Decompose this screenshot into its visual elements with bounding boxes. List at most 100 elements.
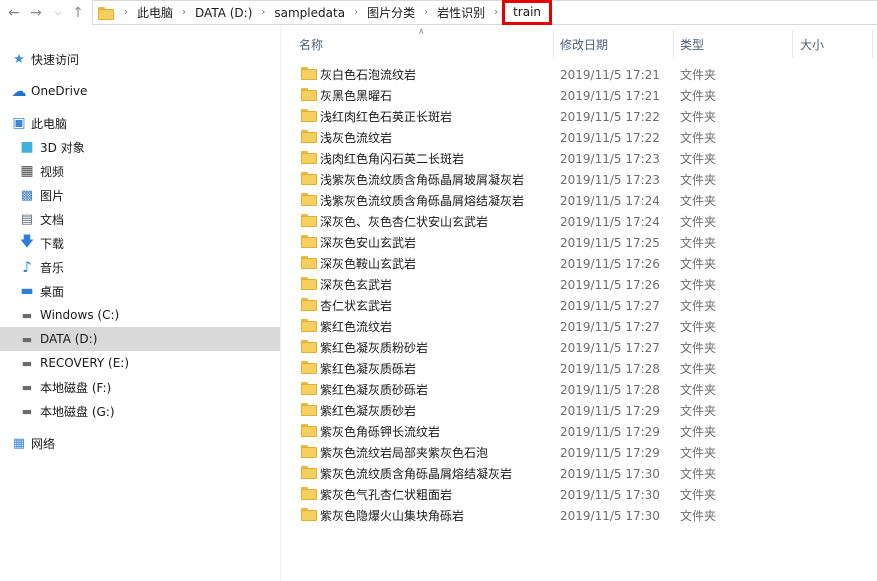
column-header-date-label: 修改日期 <box>560 37 609 52</box>
sidebar-item[interactable]: ▬ DATA (D:) <box>0 327 280 351</box>
sidebar-item[interactable]: ▬ RECOVERY (E:) <box>0 351 280 375</box>
file-row[interactable]: 浅红肉红色石英正长斑岩 2019/11/5 17:22 文件夹 <box>296 106 877 127</box>
file-name: 杏仁状玄武岩 <box>320 299 393 313</box>
file-row[interactable]: 紫红色流纹岩 2019/11/5 17:27 文件夹 <box>296 316 877 337</box>
breadcrumb-separator[interactable]: › <box>486 7 502 18</box>
breadcrumb-image-classification[interactable]: 图片分类 <box>366 4 416 21</box>
file-row[interactable]: 紫灰色气孔杏仁状粗面岩 2019/11/5 17:30 文件夹 <box>296 484 877 505</box>
file-date: 2019/11/5 17:27 <box>560 340 660 355</box>
file-name: 紫红色凝灰质砂砾岩 <box>320 383 429 397</box>
breadcrumb-sampledata[interactable]: sampledata <box>273 6 346 20</box>
file-date: 2019/11/5 17:25 <box>560 235 660 250</box>
column-header-type[interactable]: 类型 <box>680 30 792 58</box>
forward-button[interactable]: → <box>26 3 46 23</box>
file-row[interactable]: 浅肉红色角闪石英二长斑岩 2019/11/5 17:23 文件夹 <box>296 148 877 169</box>
column-header-date[interactable]: 修改日期 <box>560 30 673 58</box>
computer-icon: ▣ <box>12 115 26 131</box>
sidebar-item-label: 3D 对象 <box>40 140 85 155</box>
file-date: 2019/11/5 17:26 <box>560 277 660 292</box>
sidebar-item[interactable]: ▦ 视频 <box>0 159 280 183</box>
folder-icon <box>301 361 317 375</box>
folder-icon <box>301 214 317 228</box>
column-separator[interactable] <box>673 30 674 58</box>
file-date: 2019/11/5 17:28 <box>560 382 660 397</box>
sidebar-item[interactable]: ▤ 文档 <box>0 207 280 231</box>
sidebar-item[interactable]: ▬ Windows (C:) <box>0 303 280 327</box>
file-row[interactable]: 紫红色凝灰质砂岩 2019/11/5 17:29 文件夹 <box>296 400 877 421</box>
sidebar-item[interactable]: ▦ 网络 <box>0 431 280 455</box>
breadcrumb-train[interactable]: train <box>502 0 553 25</box>
breadcrumb-lithology[interactable]: 岩性识别 <box>436 4 486 21</box>
network-icon: ▦ <box>12 435 26 451</box>
recent-locations-button[interactable]: ⌵ <box>48 3 68 23</box>
column-header-type-label: 类型 <box>680 37 705 52</box>
sidebar-item[interactable]: ▩ 图片 <box>0 183 280 207</box>
cube-icon: ■ <box>20 139 34 155</box>
file-row[interactable]: 紫灰色流纹质含角砾晶屑熔结凝灰岩 2019/11/5 17:30 文件夹 <box>296 463 877 484</box>
breadcrumb-separator[interactable]: › <box>253 7 273 18</box>
sidebar-item-label: DATA (D:) <box>40 332 98 346</box>
file-date: 2019/11/5 17:22 <box>560 109 660 124</box>
file-row[interactable]: 深灰色玄武岩 2019/11/5 17:26 文件夹 <box>296 274 877 295</box>
file-row[interactable]: 浅紫灰色流纹质含角砾晶屑玻屑凝灰岩 2019/11/5 17:23 文件夹 <box>296 169 877 190</box>
breadcrumb-separator[interactable]: › <box>116 7 136 18</box>
breadcrumb-separator[interactable]: › <box>416 7 436 18</box>
file-row[interactable]: 紫灰色角砾钾长流纹岩 2019/11/5 17:29 文件夹 <box>296 421 877 442</box>
file-row[interactable]: 紫灰色流纹岩局部夹紫灰色石泡 2019/11/5 17:29 文件夹 <box>296 442 877 463</box>
file-name: 紫灰色角砾钾长流纹岩 <box>320 425 441 439</box>
breadcrumb-separator[interactable]: › <box>174 7 194 18</box>
file-row[interactable]: 浅灰色流纹岩 2019/11/5 17:22 文件夹 <box>296 127 877 148</box>
back-button[interactable]: ← <box>4 3 24 23</box>
drive-icon: ▬ <box>21 404 33 418</box>
file-row[interactable]: 灰黑色黑曜石 2019/11/5 17:21 文件夹 <box>296 85 877 106</box>
folder-icon <box>301 151 317 165</box>
file-name: 紫红色凝灰质砾岩 <box>320 362 417 376</box>
file-name: 浅肉红色角闪石英二长斑岩 <box>320 152 465 166</box>
file-type: 文件夹 <box>680 131 717 145</box>
address-field[interactable]: › 此电脑 › DATA (D:) › sampledata › 图片分类 › … <box>92 0 877 25</box>
sidebar-item[interactable]: ▣ 此电脑 <box>0 111 280 135</box>
sidebar-item[interactable]: ▬ 本地磁盘 (G:) <box>0 399 280 423</box>
file-row[interactable]: 浅紫灰色流纹质含角砾晶屑熔结凝灰岩 2019/11/5 17:24 文件夹 <box>296 190 877 211</box>
column-separator[interactable] <box>872 30 873 58</box>
file-row[interactable]: 紫红色凝灰质砂砾岩 2019/11/5 17:28 文件夹 <box>296 379 877 400</box>
column-separator[interactable] <box>792 30 793 58</box>
sidebar-item[interactable]: ■ 3D 对象 <box>0 135 280 159</box>
file-row[interactable]: 深灰色鞍山玄武岩 2019/11/5 17:26 文件夹 <box>296 253 877 274</box>
pane-divider[interactable] <box>280 26 281 581</box>
sidebar-item-label: 桌面 <box>40 284 65 299</box>
sidebar-item[interactable]: ♪ 音乐 <box>0 255 280 279</box>
breadcrumb-separator[interactable]: › <box>346 7 366 18</box>
column-header-name[interactable]: 名称 <box>299 30 553 58</box>
file-row[interactable]: 紫灰色隐爆火山集块角砾岩 2019/11/5 17:30 文件夹 <box>296 505 877 526</box>
file-type: 文件夹 <box>680 278 717 292</box>
arrow-up-icon: ↑ <box>72 5 84 21</box>
file-row[interactable]: 灰白色石泡流纹岩 2019/11/5 17:21 文件夹 <box>296 64 877 85</box>
sidebar-item[interactable]: ▬ 本地磁盘 (F:) <box>0 375 280 399</box>
download-icon: 🡇 <box>19 234 35 250</box>
sidebar-item[interactable]: ☁ OneDrive <box>0 79 280 103</box>
file-row[interactable]: 深灰色安山玄武岩 2019/11/5 17:25 文件夹 <box>296 232 877 253</box>
video-icon: ▦ <box>20 163 34 179</box>
file-row[interactable]: 紫红色凝灰质砾岩 2019/11/5 17:28 文件夹 <box>296 358 877 379</box>
column-separator[interactable] <box>553 30 554 58</box>
file-type: 文件夹 <box>680 446 717 460</box>
up-button[interactable]: ↑ <box>68 3 88 23</box>
sidebar-item[interactable]: 🡇 下载 <box>0 231 280 255</box>
folder-icon <box>301 403 317 417</box>
sidebar-item[interactable]: ▬ 桌面 <box>0 279 280 303</box>
file-row[interactable]: 杏仁状玄武岩 2019/11/5 17:27 文件夹 <box>296 295 877 316</box>
file-date: 2019/11/5 17:27 <box>560 298 660 313</box>
desktop-icon: ▬ <box>20 283 34 299</box>
sidebar-item[interactable]: ★ 快速访问 <box>0 47 280 71</box>
breadcrumb-data-drive[interactable]: DATA (D:) <box>194 6 253 20</box>
file-date: 2019/11/5 17:30 <box>560 487 660 502</box>
column-header-size[interactable]: 大小 <box>800 30 870 58</box>
breadcrumb-this-pc[interactable]: 此电脑 <box>136 4 174 21</box>
file-row[interactable]: 紫红色凝灰质粉砂岩 2019/11/5 17:27 文件夹 <box>296 337 877 358</box>
folder-icon <box>301 172 317 186</box>
folder-icon <box>301 298 317 312</box>
file-name: 浅紫灰色流纹质含角砾晶屑玻屑凝灰岩 <box>320 173 525 187</box>
file-row[interactable]: 深灰色、灰色杏仁状安山玄武岩 2019/11/5 17:24 文件夹 <box>296 211 877 232</box>
folder-icon <box>301 235 317 249</box>
